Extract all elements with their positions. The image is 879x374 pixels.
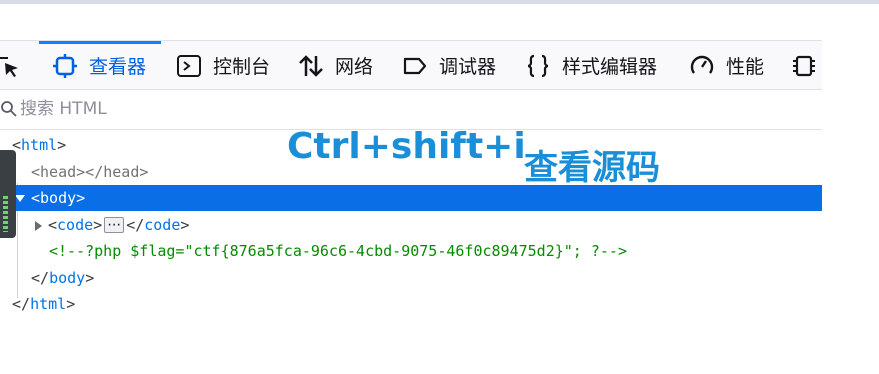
level-meter [3,196,8,232]
tag-name: body [49,269,86,287]
tab-label: 性能 [726,56,765,78]
tree-node-body-close[interactable]: </body> [0,265,822,291]
tab-debugger[interactable]: 调试器 [401,41,496,90]
expand-toggle-icon[interactable] [15,195,25,202]
devtools-panel: 查看器 控制台 网络 调试器 样式编辑器 性能 搜索 HTML <html> <… [0,40,822,374]
console-icon [175,52,203,80]
search-bar [0,90,822,130]
tag-name: code [57,216,94,234]
tag-name: head [103,163,140,181]
tab-console[interactable]: 控制台 [175,41,270,90]
network-icon [297,52,325,80]
tab-style-editor[interactable]: 样式编辑器 [524,41,657,90]
style-editor-icon [524,52,552,80]
search-input[interactable] [20,96,800,122]
collapse-toggle-icon[interactable] [35,220,42,231]
markup-tree: <html> <head></head> <body> <code></code… [0,131,822,374]
tab-label: 样式编辑器 [562,56,658,78]
tag-name: html [21,136,58,154]
tree-node-body[interactable]: <body> [0,185,822,211]
more-ellipsis-button[interactable] [104,212,125,238]
tag-name: code [144,216,181,234]
tag-name: body [40,189,77,207]
tab-label: 调试器 [439,56,497,78]
window-top-border [0,0,879,4]
tag-name: head [40,163,77,181]
page-background-right [822,4,879,374]
tab-network[interactable]: 网络 [297,41,373,90]
tree-node-html-close[interactable]: </html> [0,291,822,317]
performance-icon [688,52,716,80]
inspector-icon [51,52,79,80]
debugger-icon [401,52,429,80]
pick-element-icon [0,52,22,80]
search-icon [1,101,17,117]
tab-label: 查看器 [89,56,147,78]
side-widget-handle[interactable] [0,150,16,238]
tree-node-code[interactable]: <code></code> [0,212,822,238]
memory-icon [790,52,818,80]
tree-node-comment[interactable]: <!--?php $flag="ctf{876a5fca-96c6-4cbd-9… [0,238,822,264]
tab-label: 网络 [335,56,374,78]
tag-name: html [30,295,67,313]
tab-performance[interactable]: 性能 [688,41,764,90]
overlay-shortcut-text: Ctrl+shift+i [287,126,526,167]
devtools-toolbar: 查看器 控制台 网络 调试器 样式编辑器 性能 [0,40,822,90]
comment-text: <!--?php $flag="ctf{876a5fca-96c6-4cbd-9… [49,242,627,260]
pick-element-button[interactable] [0,41,32,90]
tab-label: 控制台 [213,56,271,78]
overlay-caption-text: 查看源码 [524,148,660,188]
tab-inspector[interactable]: 查看器 [39,41,161,90]
